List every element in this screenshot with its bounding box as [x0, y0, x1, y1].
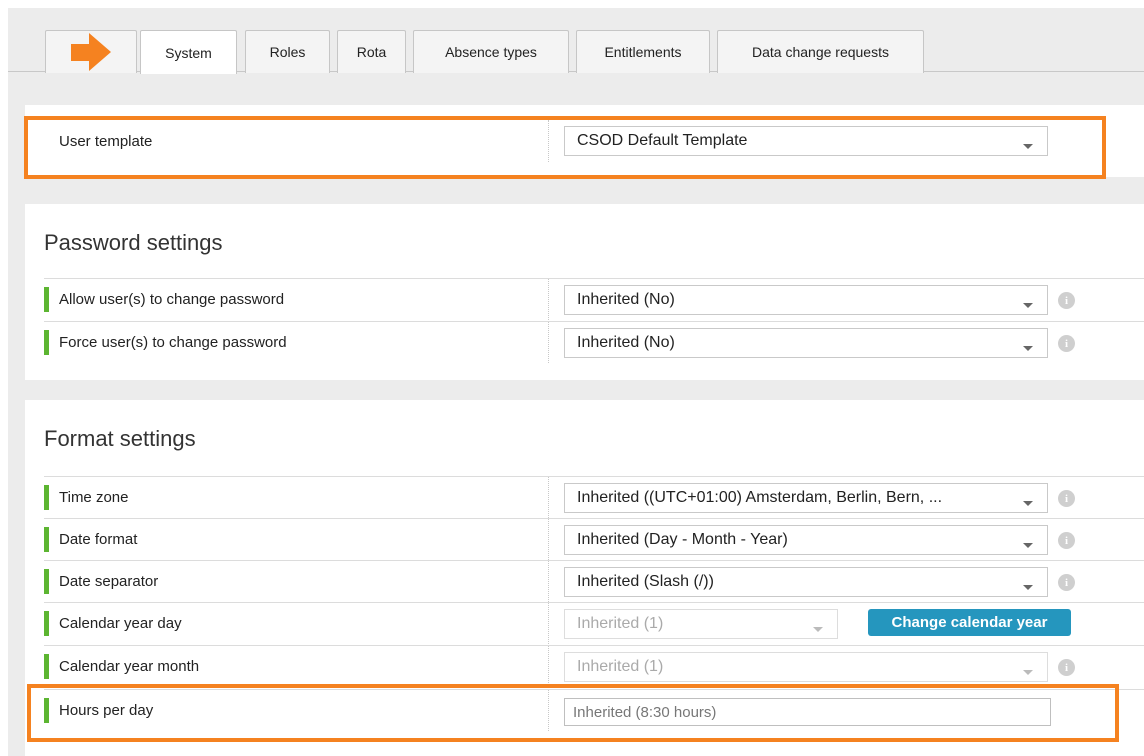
- chevron-down-icon: [1023, 585, 1033, 590]
- hours-per-day-input[interactable]: Inherited (8:30 hours): [564, 698, 1051, 726]
- date-separator-select[interactable]: Inherited (Slash (/)): [564, 567, 1048, 597]
- status-bar: [44, 330, 49, 355]
- info-icon[interactable]: i: [1058, 490, 1075, 507]
- info-icon[interactable]: i: [1058, 532, 1075, 549]
- tab-absence-types[interactable]: Absence types: [413, 30, 569, 73]
- setting-row-force-change-password: Force user(s) to change password Inherit…: [44, 321, 1144, 363]
- calendar-year-month-select: Inherited (1): [564, 652, 1048, 682]
- info-icon[interactable]: i: [1058, 574, 1075, 591]
- setting-row-date-format: Date format Inherited (Day - Month - Yea…: [44, 518, 1144, 560]
- chevron-down-icon: [1023, 501, 1033, 506]
- format-settings-title: Format settings: [44, 426, 196, 451]
- chevron-down-icon: [1023, 346, 1033, 351]
- right-arrow-icon: [71, 33, 111, 71]
- info-icon[interactable]: i: [1058, 292, 1075, 309]
- setting-label: Calendar year month: [44, 646, 549, 687]
- chevron-down-icon: [1023, 543, 1033, 548]
- password-settings-title: Password settings: [44, 230, 223, 255]
- setting-row-calendar-year-day: Calendar year day Inherited (1) Change c…: [44, 602, 1144, 644]
- tab-rota[interactable]: Rota: [337, 30, 406, 73]
- status-bar: [44, 654, 49, 679]
- setting-row-calendar-year-month: Calendar year month Inherited (1) i: [44, 645, 1144, 687]
- setting-label: Hours per day: [44, 690, 549, 731]
- status-bar: [44, 287, 49, 312]
- chevron-down-icon: [1023, 303, 1033, 308]
- setting-label: Date format: [44, 519, 549, 560]
- setting-row-time-zone: Time zone Inherited ((UTC+01:00) Amsterd…: [44, 476, 1144, 518]
- user-template-select[interactable]: CSOD Default Template: [564, 126, 1048, 156]
- setting-row-allow-change-password: Allow user(s) to change password Inherit…: [44, 278, 1144, 320]
- status-bar: [44, 569, 49, 594]
- setting-row-hours-per-day: Hours per day Inherited (8:30 hours): [44, 689, 1144, 731]
- setting-label: Time zone: [44, 477, 549, 518]
- setting-label: Calendar year day: [44, 603, 549, 644]
- time-zone-select[interactable]: Inherited ((UTC+01:00) Amsterdam, Berlin…: [564, 483, 1048, 513]
- tab-data-change-requests[interactable]: Data change requests: [717, 30, 924, 73]
- format-settings-panel: Format settings Time zone Inherited ((UT…: [25, 400, 1144, 756]
- setting-row-date-separator: Date separator Inherited (Slash (/)) i: [44, 560, 1144, 602]
- user-template-label: User template: [44, 120, 549, 162]
- change-calendar-year-button[interactable]: Change calendar year: [868, 609, 1071, 636]
- tab-entitlements[interactable]: Entitlements: [576, 30, 710, 73]
- info-icon[interactable]: i: [1058, 335, 1075, 352]
- tab-system[interactable]: System: [140, 30, 237, 74]
- allow-change-password-select[interactable]: Inherited (No): [564, 285, 1048, 315]
- status-bar: [44, 698, 49, 723]
- tab-bar: System Roles Rota Absence types Entitlem…: [8, 8, 1144, 74]
- setting-label: Date separator: [44, 561, 549, 602]
- user-template-row: User template CSOD Default Template: [44, 120, 1144, 162]
- calendar-year-day-select: Inherited (1): [564, 609, 838, 639]
- chevron-down-icon: [1023, 670, 1033, 675]
- tab-roles[interactable]: Roles: [245, 30, 330, 73]
- password-settings-panel: Password settings Allow user(s) to chang…: [25, 204, 1144, 380]
- chevron-down-icon: [813, 627, 823, 632]
- date-format-select[interactable]: Inherited (Day - Month - Year): [564, 525, 1048, 555]
- status-bar: [44, 485, 49, 510]
- setting-label: Force user(s) to change password: [44, 322, 549, 363]
- tab-arrow[interactable]: [45, 30, 137, 73]
- user-template-panel: User template CSOD Default Template: [25, 105, 1144, 177]
- force-change-password-select[interactable]: Inherited (No): [564, 328, 1048, 358]
- chevron-down-icon: [1023, 144, 1033, 149]
- status-bar: [44, 527, 49, 552]
- setting-label: Allow user(s) to change password: [44, 279, 549, 320]
- info-icon[interactable]: i: [1058, 659, 1075, 676]
- status-bar: [44, 611, 49, 636]
